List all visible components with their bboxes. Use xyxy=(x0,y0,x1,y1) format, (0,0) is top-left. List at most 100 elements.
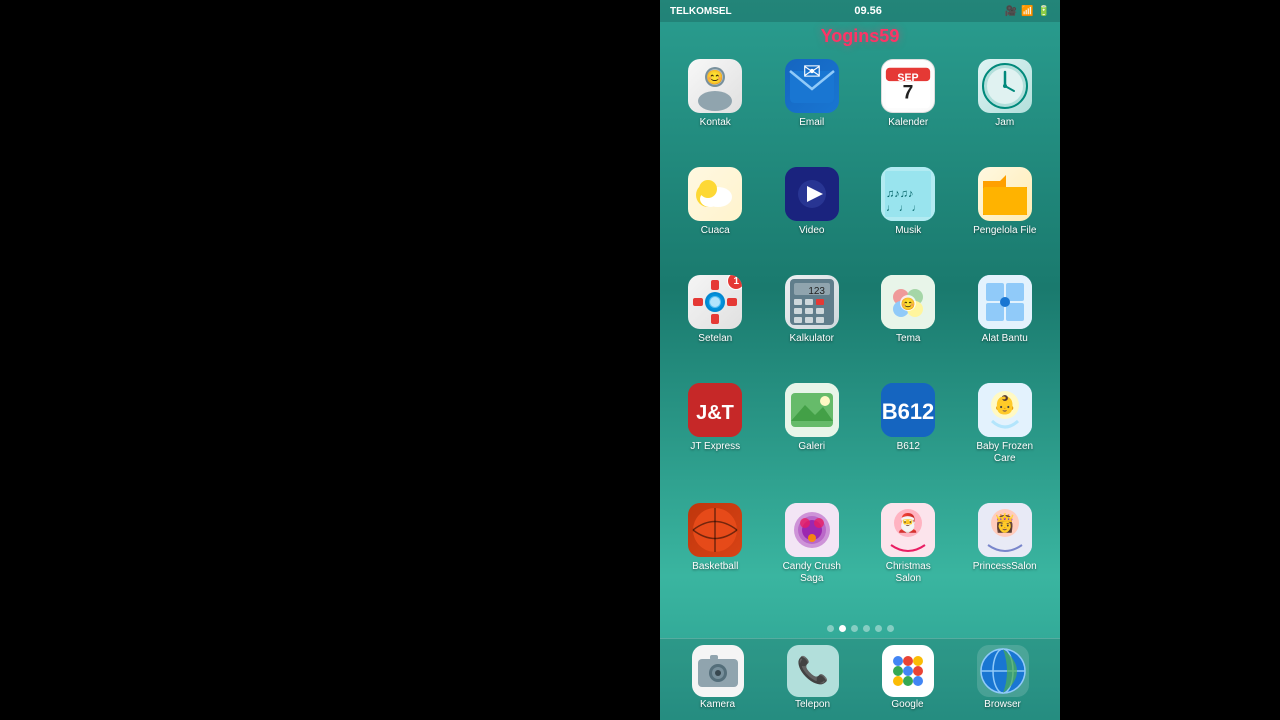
app-kalkulator[interactable]: 123 Kalkulator xyxy=(765,269,860,375)
browser-svg xyxy=(977,645,1029,697)
kalkulator-label: Kalkulator xyxy=(790,333,834,345)
basketball-label: Basketball xyxy=(692,561,738,573)
galeri-icon-wrap xyxy=(785,383,839,437)
app-musik[interactable]: ♫♪♫♪ ♩ ♩ ♩ Musik xyxy=(861,161,956,267)
alat-icon xyxy=(978,275,1032,329)
kontak-icon: 😊 xyxy=(688,59,742,113)
app-christmas[interactable]: 🎅 Christmas Salon xyxy=(861,497,956,615)
svg-text:7: 7 xyxy=(903,83,914,104)
jam-icon xyxy=(978,59,1032,113)
svg-text:😊: 😊 xyxy=(707,69,724,85)
svg-text:123: 123 xyxy=(808,286,825,297)
b612-icon: B612 xyxy=(881,383,935,437)
pengelola-icon xyxy=(978,167,1032,221)
princess-icon: 👸 xyxy=(978,503,1032,557)
email-icon: ✉ xyxy=(785,59,839,113)
email-icon-wrap: ✉ xyxy=(785,59,839,113)
app-basketball[interactable]: Basketball xyxy=(668,497,763,615)
cuaca-label: Cuaca xyxy=(701,225,730,237)
alat-label: Alat Bantu xyxy=(982,333,1028,345)
page-dots xyxy=(660,619,1060,638)
jt-icon: J&T xyxy=(688,383,742,437)
carrier-signal: TELKOMSEL xyxy=(670,6,732,17)
app-princess[interactable]: 👸 PrincessSalon xyxy=(958,497,1053,615)
candy-label: Candy Crush Saga xyxy=(777,561,847,585)
baby-label: Baby Frozen Care xyxy=(970,441,1040,465)
kontak-icon-wrap: 😊 xyxy=(688,59,742,113)
browser-dock-label: Browser xyxy=(984,699,1021,710)
app-kontak[interactable]: 😊 Kontak xyxy=(668,53,763,159)
app-candy[interactable]: Candy Crush Saga xyxy=(765,497,860,615)
dock-kamera[interactable]: Kamera xyxy=(692,645,744,710)
princess-icon-wrap: 👸 xyxy=(978,503,1032,557)
pengelola-label: Pengelola File xyxy=(973,225,1036,237)
kamera-svg xyxy=(692,645,744,697)
app-jam[interactable]: Jam xyxy=(958,53,1053,159)
phone-screen: TELKOMSEL 09.56 🎥 📶 🔋 Yogins59 😊 Kontak xyxy=(660,0,1060,720)
video-label: Video xyxy=(799,225,824,237)
kalkulator-icon: 123 xyxy=(785,275,839,329)
musik-icon-wrap: ♫♪♫♪ ♩ ♩ ♩ xyxy=(881,167,935,221)
cuaca-icon-wrap xyxy=(688,167,742,221)
app-jt[interactable]: J&T JT Express xyxy=(668,377,763,495)
app-pengelola[interactable]: Pengelola File xyxy=(958,161,1053,267)
dot-2[interactable] xyxy=(851,625,858,632)
setelan-icon-wrap: 1 xyxy=(688,275,742,329)
cuaca-icon xyxy=(688,167,742,221)
dot-1[interactable] xyxy=(839,625,846,632)
kamera-dock-icon xyxy=(692,645,744,697)
svg-text:✉: ✉ xyxy=(803,59,821,84)
app-email[interactable]: ✉ Email xyxy=(765,53,860,159)
christmas-label: Christmas Salon xyxy=(873,561,943,585)
dot-5[interactable] xyxy=(887,625,894,632)
svg-text:📞: 📞 xyxy=(796,653,829,685)
browser-dock-icon xyxy=(977,645,1029,697)
telepon-dock-icon: 📞 xyxy=(787,645,839,697)
svg-text:👸: 👸 xyxy=(994,512,1016,533)
dot-3[interactable] xyxy=(863,625,870,632)
setelan-label: Setelan xyxy=(698,333,732,345)
video-icon xyxy=(785,167,839,221)
dock-browser[interactable]: Browser xyxy=(977,645,1029,710)
video-icon-wrap xyxy=(785,167,839,221)
kamera-dock-label: Kamera xyxy=(700,699,735,710)
candy-icon-wrap xyxy=(785,503,839,557)
dot-0[interactable] xyxy=(827,625,834,632)
email-label: Email xyxy=(799,117,824,129)
app-baby[interactable]: 👶 Baby Frozen Care xyxy=(958,377,1053,495)
app-video[interactable]: Video xyxy=(765,161,860,267)
telepon-dock-label: Telepon xyxy=(795,699,830,710)
app-b612[interactable]: B612 B612 xyxy=(861,377,956,495)
google-dock-icon xyxy=(882,645,934,697)
christmas-icon-wrap: 🎅 xyxy=(881,503,935,557)
b612-label: B612 xyxy=(897,441,920,453)
basketball-icon-wrap xyxy=(688,503,742,557)
app-galeri[interactable]: Galeri xyxy=(765,377,860,495)
app-setelan[interactable]: 1 Setelan xyxy=(668,269,763,375)
kalkulator-icon-wrap: 123 xyxy=(785,275,839,329)
galeri-label: Galeri xyxy=(798,441,825,453)
app-cuaca[interactable]: Cuaca xyxy=(668,161,763,267)
clock: 09.56 xyxy=(854,5,882,17)
jam-icon-wrap xyxy=(978,59,1032,113)
jam-label: Jam xyxy=(995,117,1014,129)
kalender-icon-wrap: SEP 7 xyxy=(881,59,935,113)
svg-text:B612: B612 xyxy=(882,399,935,424)
galeri-icon xyxy=(785,383,839,437)
dock-telepon[interactable]: 📞 Telepon xyxy=(787,645,839,710)
app-tema[interactable]: 😊 Tema xyxy=(861,269,956,375)
candy-icon xyxy=(785,503,839,557)
jt-icon-wrap: J&T xyxy=(688,383,742,437)
status-bar: TELKOMSEL 09.56 🎥 📶 🔋 xyxy=(660,0,1060,22)
kalender-icon: SEP 7 xyxy=(882,60,934,112)
status-icons: 🎥 📶 🔋 xyxy=(1005,6,1050,17)
dock-google[interactable]: Google xyxy=(882,645,934,710)
svg-text:👶: 👶 xyxy=(994,394,1016,415)
baby-icon: 👶 xyxy=(978,383,1032,437)
app-kalender[interactable]: SEP 7 Kalender xyxy=(861,53,956,159)
kontak-label: Kontak xyxy=(700,117,731,129)
musik-label: Musik xyxy=(895,225,921,237)
app-alat[interactable]: Alat Bantu xyxy=(958,269,1053,375)
dot-4[interactable] xyxy=(875,625,882,632)
tema-icon: 😊 xyxy=(881,275,935,329)
